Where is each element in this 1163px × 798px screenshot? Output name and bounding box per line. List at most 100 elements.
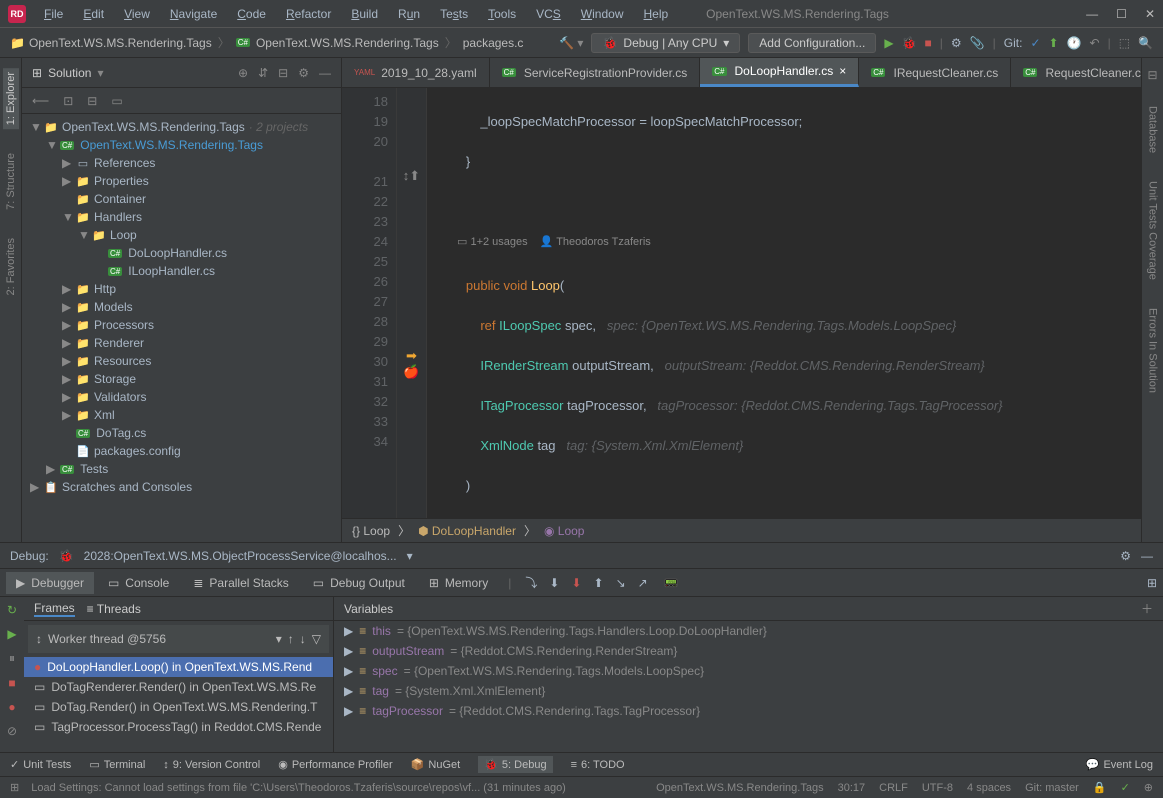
minimize-icon[interactable]: —: [1086, 7, 1098, 21]
add-watch-icon[interactable]: ＋: [1141, 600, 1153, 617]
debug-session[interactable]: 2028:OpenText.WS.MS.ObjectProcessService…: [84, 549, 397, 563]
gear-icon[interactable]: ⚙: [298, 66, 309, 80]
tab-ireqclean[interactable]: C#IRequestCleaner.cs: [859, 58, 1011, 87]
menu-refactor[interactable]: Refactor: [278, 5, 339, 23]
mute-bp-icon[interactable]: ⊘: [7, 724, 17, 738]
threads-tab[interactable]: ≡ Threads: [87, 602, 141, 616]
stop-debug-icon[interactable]: ■: [8, 676, 15, 690]
debug-icon[interactable]: 🐞: [902, 36, 917, 50]
status-git[interactable]: Git: master: [1025, 782, 1079, 794]
debug-hide-icon[interactable]: —: [1141, 549, 1153, 563]
toggle-icon[interactable]: ⊟: [1147, 68, 1157, 82]
preview-icon[interactable]: ▭: [111, 94, 122, 108]
tab-svcreg[interactable]: C#ServiceRegistrationProvider.cs: [490, 58, 701, 87]
breadcrumb[interactable]: 📁OpenText.WS.MS.Rendering.Tags〉 C#OpenTe…: [10, 34, 523, 51]
attach-icon[interactable]: 📎: [970, 36, 985, 50]
menu-help[interactable]: Help: [635, 5, 676, 23]
breakpoints-icon[interactable]: ●: [8, 700, 15, 714]
dbgtab-console[interactable]: ▭ Console: [98, 572, 179, 594]
git-history-icon[interactable]: 🕐: [1067, 36, 1082, 50]
force-step-icon[interactable]: ⬇: [571, 576, 581, 590]
navbar-breadcrumb[interactable]: {} Loop〉 ⬢ DoLoopHandler〉 ◉ Loop: [342, 518, 1141, 542]
rerun-icon[interactable]: ↻: [7, 603, 17, 617]
menu-build[interactable]: Build: [343, 5, 386, 23]
search-icon[interactable]: 🔍: [1138, 36, 1153, 50]
frame-row[interactable]: ▭DoTag.Render() in OpenText.WS.MS.Render…: [24, 697, 333, 717]
tw-unittests[interactable]: ✓ Unit Tests: [10, 758, 71, 771]
tw-terminal[interactable]: ▭ Terminal: [89, 758, 145, 771]
lock-icon[interactable]: 🔒: [1093, 781, 1107, 794]
frame-row[interactable]: ●DoLoopHandler.Loop() in OpenText.WS.MS.…: [24, 657, 333, 677]
tw-vcs[interactable]: ↕ 9: Version Control: [163, 759, 260, 771]
hide-icon[interactable]: —: [319, 66, 331, 80]
status-position[interactable]: 30:17: [838, 782, 866, 794]
git-rollback-icon[interactable]: ↶: [1090, 36, 1100, 50]
frames-tab[interactable]: Frames: [34, 601, 75, 617]
menu-edit[interactable]: Edit: [75, 5, 112, 23]
variable-row[interactable]: ▶≡tagProcessor = {Reddot.CMS.Rendering.T…: [334, 701, 1163, 721]
collapse-all-icon[interactable]: ⊟: [87, 94, 97, 108]
thread-selector[interactable]: ↕Worker thread @5756▾ ↑↓▽: [28, 625, 329, 653]
menu-tests[interactable]: Tests: [432, 5, 476, 23]
status-lineend[interactable]: CRLF: [879, 782, 908, 794]
variable-row[interactable]: ▶≡spec = {OpenText.WS.MS.Rendering.Tags.…: [334, 661, 1163, 681]
dbgtab-debugger[interactable]: ▶ Debugger: [6, 572, 94, 594]
expand-all-icon[interactable]: ⊡: [63, 94, 73, 108]
settings-icon[interactable]: ⬚: [1119, 36, 1130, 50]
sort-icon[interactable]: ⇵: [258, 66, 268, 80]
step-over-icon[interactable]: ⤵: [525, 574, 537, 591]
collapse-icon[interactable]: ⊟: [278, 66, 288, 80]
step-into-icon[interactable]: ⬇: [549, 576, 559, 590]
tab-favorites[interactable]: 2: Favorites: [3, 234, 19, 299]
frame-row[interactable]: ▭TagProcessor.ProcessTag() in Reddot.CMS…: [24, 717, 333, 737]
status-grid-icon[interactable]: ⊞: [10, 781, 19, 794]
expand-icon[interactable]: ⊞: [32, 66, 42, 80]
maximize-icon[interactable]: ☐: [1116, 7, 1127, 21]
sync-icon[interactable]: ⊕: [1144, 781, 1153, 794]
menu-navigate[interactable]: Navigate: [162, 5, 225, 23]
menu-code[interactable]: Code: [229, 5, 274, 23]
menu-view[interactable]: View: [116, 5, 158, 23]
pause-icon[interactable]: ⏸: [9, 651, 15, 666]
frame-row[interactable]: ▭DoTagRenderer.Render() in OpenText.WS.M…: [24, 677, 333, 697]
evaluate-icon[interactable]: 📟: [664, 576, 679, 590]
nav-left-icon[interactable]: ⟵: [32, 94, 49, 108]
tab-reqclean[interactable]: C#RequestCleaner.c: [1011, 58, 1141, 87]
variable-row[interactable]: ▶≡this = {OpenText.WS.MS.Rendering.Tags.…: [334, 621, 1163, 641]
git-commit-icon[interactable]: ✓: [1030, 36, 1040, 50]
git-push-icon[interactable]: ⬆: [1049, 36, 1059, 50]
stop-icon[interactable]: ■: [925, 36, 932, 50]
debug-settings-icon[interactable]: ⚙: [1120, 549, 1131, 563]
inspection-icon[interactable]: ✓: [1121, 781, 1130, 794]
tw-profiler[interactable]: ◉ Performance Profiler: [278, 758, 392, 771]
tw-eventlog[interactable]: 💬 Event Log: [1086, 758, 1153, 771]
code-content[interactable]: _loopSpecMatchProcessor = loopSpecMatchP…: [427, 88, 1141, 518]
config-selector[interactable]: 🐞Debug | Any CPU▾: [591, 33, 740, 53]
menu-vcs[interactable]: VCS: [528, 5, 569, 23]
sidebar-title[interactable]: Solution: [48, 66, 91, 80]
resume-icon[interactable]: ▶: [7, 627, 16, 641]
layout-icon[interactable]: ⊞: [1147, 576, 1157, 590]
target-icon[interactable]: ⊕: [238, 66, 248, 80]
run-icon[interactable]: ▶: [884, 36, 893, 50]
variable-row[interactable]: ▶≡outputStream = {Reddot.CMS.Rendering.R…: [334, 641, 1163, 661]
tab-database[interactable]: Database: [1145, 102, 1161, 157]
tab-coverage[interactable]: Unit Tests Coverage: [1145, 177, 1161, 284]
menu-window[interactable]: Window: [573, 5, 632, 23]
marker-gutter[interactable]: ↕⬆ ➡ 🍎: [397, 88, 427, 518]
menu-tools[interactable]: Tools: [480, 5, 524, 23]
close-tab-icon[interactable]: ×: [839, 64, 846, 78]
dbgtab-parallel[interactable]: ≣ Parallel Stacks: [183, 572, 298, 594]
tab-explorer[interactable]: 1: Explorer: [3, 68, 19, 129]
run-to-cursor-icon[interactable]: ↘: [616, 576, 626, 590]
status-context[interactable]: OpenText.WS.MS.Rendering.Tags: [656, 782, 824, 794]
tab-doloop[interactable]: C#DoLoopHandler.cs×: [700, 58, 859, 87]
dbgtab-output[interactable]: ▭ Debug Output: [303, 572, 415, 594]
tab-yaml[interactable]: YAML2019_10_28.yaml: [342, 58, 490, 87]
tw-nuget[interactable]: 📦 NuGet: [411, 758, 461, 771]
code-area[interactable]: 1819202122232425262728293031323334 ↕⬆ ➡ …: [342, 88, 1141, 518]
step-out-icon[interactable]: ⬆: [594, 576, 604, 590]
add-config-button[interactable]: Add Configuration...: [748, 33, 876, 53]
close-icon[interactable]: ✕: [1145, 7, 1155, 21]
tab-errors[interactable]: Errors In Solution: [1145, 304, 1161, 397]
